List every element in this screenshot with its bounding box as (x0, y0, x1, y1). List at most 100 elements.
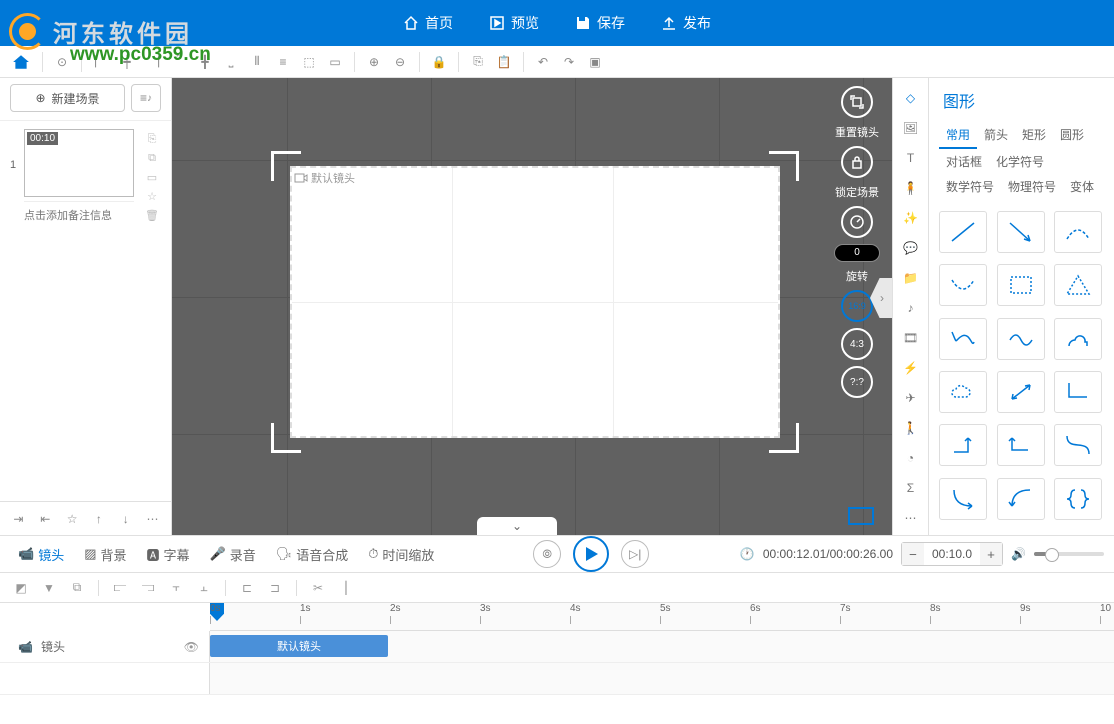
shape-cloud-dash[interactable] (939, 371, 987, 413)
volume-slider[interactable] (1034, 552, 1104, 556)
new-scene-button[interactable]: ⊕ 新建场景 (10, 84, 125, 112)
undo-icon[interactable]: ↶ (530, 49, 556, 75)
scene-copy-icon[interactable]: ⎘ (143, 133, 161, 146)
scene-note-input[interactable]: 点击添加备注信息 (24, 201, 134, 228)
shape-elbow-arrow[interactable] (939, 424, 987, 466)
camera-frame[interactable] (276, 156, 794, 448)
mid-tab-background[interactable]: ▨背景 (76, 541, 134, 568)
redo-icon[interactable]: ↷ (556, 49, 582, 75)
zoom-out-icon[interactable]: ⊖ (387, 49, 413, 75)
star-icon[interactable]: ☆ (62, 508, 83, 530)
text-tool-icon[interactable]: T (896, 144, 926, 172)
shape-brace[interactable] (1054, 478, 1102, 520)
tt-snap-icon[interactable]: ◩ (10, 577, 32, 599)
save-button[interactable]: 保存 (557, 0, 643, 46)
effects-tool-icon[interactable]: ✨ (896, 204, 926, 232)
video-tool-icon[interactable]: 🎞 (896, 324, 926, 352)
timeline-ruler[interactable]: 0s 1s 2s 3s 4s 5s 6s 7s 8s 9s 10 (210, 603, 1114, 631)
shape-curve-arrow[interactable] (939, 478, 987, 520)
shape-double-arrow[interactable] (997, 371, 1045, 413)
volume-icon[interactable]: 🔊 (1011, 547, 1026, 561)
ratio-43-button[interactable]: 4:3 (841, 328, 873, 360)
chart-tool-icon[interactable]: ◔ (896, 444, 926, 472)
scene-star-icon[interactable]: ☆ (143, 190, 161, 203)
shape-curve-arrow2[interactable] (997, 478, 1045, 520)
zoom-in-icon[interactable]: ⊕ (361, 49, 387, 75)
shape-arc-dash[interactable] (1054, 211, 1102, 253)
import-icon[interactable]: ⇥ (8, 508, 29, 530)
align-bottom-icon[interactable]: ⎵ (218, 49, 244, 75)
scene-thumbnail[interactable]: 00:10 (24, 129, 134, 197)
prev-frame-button[interactable]: ⦾ (533, 540, 561, 568)
more-icon[interactable]: ⋯ (142, 508, 163, 530)
paste-icon[interactable]: 📋 (491, 49, 517, 75)
more-tool-icon[interactable]: ⋯ (896, 504, 926, 532)
folder-tool-icon[interactable]: 📁 (896, 264, 926, 292)
formula-tool-icon[interactable]: Σ (896, 474, 926, 502)
home-button[interactable]: 首页 (385, 0, 471, 46)
shape-arrow[interactable] (997, 211, 1045, 253)
move-up-icon[interactable]: ↑ (88, 508, 109, 530)
canvas-expand-down[interactable]: ⌄ (477, 517, 557, 535)
mid-tab-tts[interactable]: 🗣语音合成 (268, 541, 357, 568)
scene-delete-icon[interactable]: 🗑 (143, 209, 161, 222)
export-icon[interactable]: ⇤ (35, 508, 56, 530)
plane-tool-icon[interactable]: ✈ (896, 384, 926, 412)
shapes-tab-variant[interactable]: 变体 (1063, 174, 1101, 199)
layers-icon[interactable]: ▣ (582, 49, 608, 75)
shapes-tab-common[interactable]: 常用 (939, 122, 977, 149)
rotation-value[interactable]: 0 (834, 244, 880, 262)
copy-icon[interactable]: ⎘ (465, 49, 491, 75)
shape-line[interactable] (939, 211, 987, 253)
shapes-tab-phys[interactable]: 物理符号 (1001, 174, 1063, 199)
shape-squiggle[interactable] (939, 318, 987, 360)
flash-tool-icon[interactable]: ⚡ (896, 354, 926, 382)
mid-tab-timescale[interactable]: ⏱时间缩放 (360, 541, 442, 568)
mid-tab-subtitle[interactable]: 🅰字幕 (139, 541, 198, 568)
distribute-v-icon[interactable]: ≡ (270, 49, 296, 75)
tt-group-icon[interactable]: ⧉ (66, 577, 88, 599)
shape-cloud-partial[interactable] (1054, 318, 1102, 360)
scene-duplicate-icon[interactable]: ⧉ (143, 152, 161, 165)
timeline-clip[interactable]: 默认镜头 (210, 635, 388, 657)
character-tool-icon[interactable]: 🧍 (896, 174, 926, 202)
shape-wave[interactable] (997, 318, 1045, 360)
lock-icon[interactable]: 🔒 (426, 49, 452, 75)
tt-split-icon[interactable]: ⎮ (335, 577, 357, 599)
tt-align4-icon[interactable]: ⫠ (193, 577, 215, 599)
aspect-indicator-icon[interactable] (848, 507, 874, 525)
publish-button[interactable]: 发布 (643, 0, 729, 46)
shapes-tab-rect[interactable]: 矩形 (1015, 122, 1053, 149)
shape-elbow[interactable] (1054, 371, 1102, 413)
mid-tab-camera[interactable]: 📹镜头 (10, 541, 72, 568)
track-visibility-icon[interactable]: 👁 (184, 640, 199, 654)
image-tool-icon[interactable]: 🖼 (896, 114, 926, 142)
duration-stepper[interactable]: − 00:10.0 + (901, 542, 1003, 566)
stepper-minus[interactable]: − (902, 543, 924, 565)
same-width-icon[interactable]: ⬚ (296, 49, 322, 75)
mid-tab-record[interactable]: 🎤录音 (202, 541, 264, 568)
rotation-dial[interactable] (841, 206, 873, 238)
shape-elbow-arrow2[interactable] (997, 424, 1045, 466)
tt-link1-icon[interactable]: ⊏ (236, 577, 258, 599)
track-content[interactable]: 默认镜头 (210, 631, 1114, 662)
play-button[interactable] (573, 536, 609, 572)
reset-camera-button[interactable] (841, 86, 873, 118)
lock-scene-button[interactable] (841, 146, 873, 178)
music-tool-icon[interactable]: ♪ (896, 294, 926, 322)
shape-arc-dash2[interactable] (939, 264, 987, 306)
same-height-icon[interactable]: ▭ (322, 49, 348, 75)
shapes-tool-icon[interactable]: ◇ (896, 84, 926, 112)
chat-tool-icon[interactable]: 💬 (896, 234, 926, 262)
tt-align3-icon[interactable]: ⫟ (165, 577, 187, 599)
stepper-plus[interactable]: + (980, 543, 1002, 565)
shapes-tab-chem[interactable]: 化学符号 (989, 149, 1051, 174)
ratio-custom-button[interactable]: ?:? (841, 366, 873, 398)
ratio-169-button[interactable]: 16:9 (841, 290, 873, 322)
tt-link2-icon[interactable]: ⊐ (264, 577, 286, 599)
shape-rect-dash[interactable] (997, 264, 1045, 306)
tt-align2-icon[interactable]: ⫎ (137, 577, 159, 599)
shapes-tab-circle[interactable]: 圆形 (1053, 122, 1091, 149)
shape-curve[interactable] (1054, 424, 1102, 466)
canvas-area[interactable]: 默认镜头 重置镜头 锁定场景 0 旋转 16:9 4:3 ?:? ⌄ › (172, 78, 892, 535)
